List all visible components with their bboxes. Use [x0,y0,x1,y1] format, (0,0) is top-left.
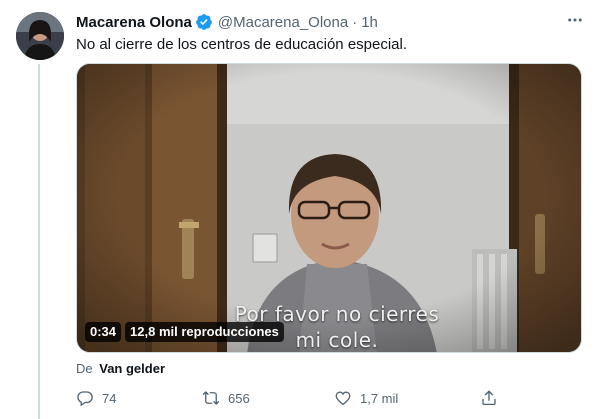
like-icon [335,391,351,406]
video-player[interactable]: Por favor no cierres mi cole. 0:34 12,8 … [76,63,582,353]
retweet-icon [202,391,220,405]
share-button[interactable] [480,389,498,407]
timestamp[interactable]: 1h [361,14,378,31]
thread-line [38,64,40,419]
separator: · [352,13,358,31]
tweet-header: Macarena Olona @Macarena_Olona · 1h [76,12,584,32]
reply-button[interactable]: 74 [76,389,116,407]
like-button[interactable]: 1,7 mil [334,389,398,407]
more-icon[interactable] [564,10,586,30]
video-badges: 0:34 12,8 mil reproducciones [85,322,284,342]
attribution-author[interactable]: Van gelder [99,361,165,376]
view-count: 12,8 mil reproducciones [125,322,284,342]
video-duration: 0:34 [85,322,122,342]
share-icon [482,390,496,406]
handle[interactable]: @Macarena_Olona [218,14,348,31]
attribution-prefix: De [76,361,93,376]
reply-icon [77,391,93,407]
verified-badge-icon [196,14,212,30]
reply-count: 74 [102,390,117,406]
like-count: 1,7 mil [360,390,399,406]
retweet-count: 656 [228,390,250,406]
tweet-text: No al cierre de los centros de educación… [76,36,408,53]
avatar[interactable] [16,12,64,60]
display-name[interactable]: Macarena Olona [76,14,192,31]
video-attribution: De Van gelder [76,361,165,376]
retweet-button[interactable]: 656 [202,389,250,407]
tweet-actions: 74 656 1,7 mil [76,389,501,409]
